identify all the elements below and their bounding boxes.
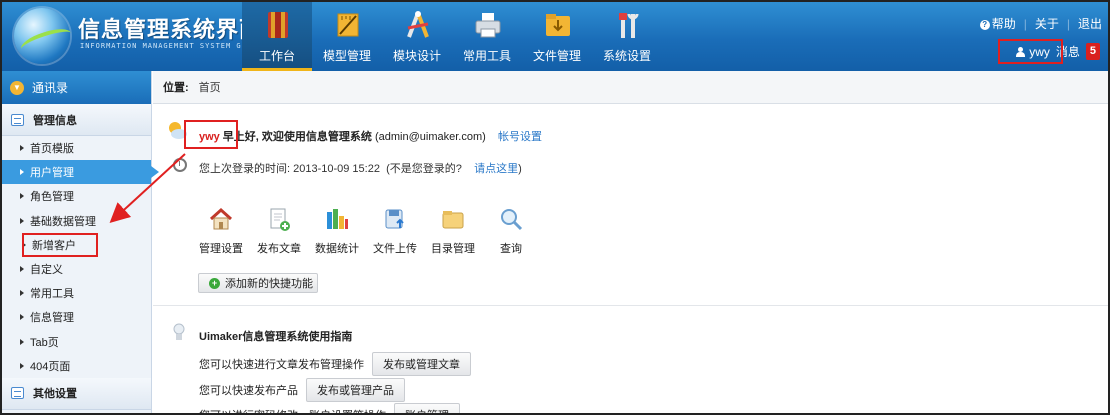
top-links: ? 帮助 | 关于 | 退出 xyxy=(979,15,1102,32)
nav-common-tools[interactable]: 常用工具 xyxy=(452,2,522,71)
triangle-right-icon xyxy=(22,241,26,248)
chevron-down-icon: ▼ xyxy=(10,80,24,95)
triangle-right-icon xyxy=(20,266,24,273)
breadcrumb-label: 位置: xyxy=(163,82,189,94)
printer-icon xyxy=(475,13,501,38)
sidebar-item-new-customer[interactable]: 新增客户 xyxy=(22,232,98,257)
book-icon xyxy=(268,12,288,38)
ruler-icon xyxy=(337,13,359,37)
manage-products-button[interactable]: 发布或管理产品 xyxy=(306,378,405,402)
sidebar-item-custom[interactable]: 自定义 xyxy=(2,257,151,281)
triangle-right-icon xyxy=(20,314,24,321)
divider: | xyxy=(1023,16,1027,31)
triangle-right-icon xyxy=(20,217,24,224)
help-link[interactable]: ? 帮助 xyxy=(979,15,1016,32)
guide-row-product: 您可以快速发布产品 发布或管理产品 xyxy=(199,378,405,402)
last-login-line: 您上次登录的时间: 2013-10-09 15:22 (不是您登录的? 请点这里… xyxy=(199,163,522,175)
folder-icon xyxy=(546,14,570,36)
quick-directory-management[interactable]: 目录管理 xyxy=(424,206,482,256)
quick-publish-article[interactable]: 发布文章 xyxy=(250,206,308,256)
quick-actions: 管理设置 发布文章 数据统计 文件上传 目录管理 查询 xyxy=(192,206,540,256)
breadcrumb: 位置: 首页 xyxy=(153,71,1108,104)
sidebar-group-management[interactable]: 管理信息 xyxy=(2,104,151,136)
plus-icon: + xyxy=(209,277,220,289)
nav-file-management[interactable]: 文件管理 xyxy=(522,2,592,71)
app-window: 信息管理系统界面 INFORMATION MANAGEMENT SYSTEM G… xyxy=(0,0,1110,415)
add-quick-function-button[interactable]: + 添加新的快捷功能 xyxy=(198,273,318,293)
app-subtitle: INFORMATION MANAGEMENT SYSTEM GUI xyxy=(80,42,253,50)
header: 信息管理系统界面 INFORMATION MANAGEMENT SYSTEM G… xyxy=(2,2,1108,71)
logout-link[interactable]: 退出 xyxy=(1078,15,1102,32)
document-add-icon xyxy=(270,208,290,231)
triangle-right-icon xyxy=(20,338,24,345)
sidebar-contacts[interactable]: ▼ 通讯录 xyxy=(2,71,151,104)
sidebar-item-home-template[interactable]: 首页模版 xyxy=(2,136,151,160)
divider: | xyxy=(1066,16,1070,31)
welcome-email: (admin@uimaker.com) xyxy=(374,131,486,143)
list-icon xyxy=(11,113,24,126)
guide-row-account: 您可以进行密码修改、账户设置等操作 账户管理 xyxy=(199,403,460,413)
guide-title: Uimaker信息管理系统使用指南 xyxy=(199,331,353,343)
tools-icon xyxy=(619,13,639,38)
quick-data-stats[interactable]: 数据统计 xyxy=(308,206,366,256)
sidebar-item-user-management[interactable]: 用户管理 xyxy=(2,160,159,185)
triangle-right-icon xyxy=(20,145,24,152)
triangle-right-icon xyxy=(20,290,24,297)
manage-articles-button[interactable]: 发布或管理文章 xyxy=(372,352,471,376)
click-here-link[interactable]: 请点这里 xyxy=(474,163,518,175)
settings-list-icon xyxy=(11,387,24,400)
triangle-right-icon xyxy=(20,362,24,369)
sidebar-item-info-management[interactable]: 信息管理 xyxy=(2,305,151,329)
nav-system-settings[interactable]: 系统设置 xyxy=(592,2,662,71)
folder-icon xyxy=(442,211,464,229)
sidebar-item-tab-page[interactable]: Tab页 xyxy=(2,330,151,354)
sidebar-item-common-tools[interactable]: 常用工具 xyxy=(2,281,151,305)
guide-row-article: 您可以快速进行文章发布管理操作 发布或管理文章 xyxy=(199,352,471,376)
house-icon xyxy=(209,207,233,230)
magnifier-icon xyxy=(501,209,523,231)
highlight-box-username xyxy=(998,39,1063,64)
sidebar-group-other-settings[interactable]: 其他设置 xyxy=(2,377,151,410)
messages-count-badge[interactable]: 5 xyxy=(1085,43,1100,60)
sidebar: ▼ 通讯录 管理信息 首页模版 用户管理 角色管理 基础数据管理 新增客户 自定… xyxy=(2,71,159,413)
app-title: 信息管理系统界面 xyxy=(78,18,263,43)
sidebar-item-404-page[interactable]: 404页面 xyxy=(2,354,151,378)
welcome-greeting: 早上好, 欢迎使用信息管理系统 xyxy=(222,131,372,143)
highlight-box-welcome-name xyxy=(184,120,238,149)
about-link[interactable]: 关于 xyxy=(1035,15,1059,32)
nav-workbench[interactable]: 工作台 xyxy=(242,2,312,71)
bar-chart-icon xyxy=(327,209,348,229)
sidebar-item-role-management[interactable]: 角色管理 xyxy=(2,184,151,208)
account-settings-link[interactable]: 帐号设置 xyxy=(498,131,542,143)
help-icon: ? xyxy=(979,20,990,30)
account-management-button[interactable]: 账户管理 xyxy=(394,403,460,413)
compass-icon xyxy=(407,11,429,38)
welcome-line: ywy 早上好, 欢迎使用信息管理系统 (admin@uimaker.com) 帐… xyxy=(199,128,542,144)
quick-manage-settings[interactable]: 管理设置 xyxy=(192,206,250,256)
upload-icon xyxy=(385,209,404,229)
nav-model-management[interactable]: 模型管理 xyxy=(312,2,382,71)
breadcrumb-home[interactable]: 首页 xyxy=(199,79,221,95)
nav-module-design[interactable]: 模块设计 xyxy=(382,2,452,71)
triangle-right-icon xyxy=(20,193,24,200)
sidebar-item-basic-data[interactable]: 基础数据管理 xyxy=(2,209,151,233)
triangle-right-icon xyxy=(20,169,24,176)
quick-file-upload[interactable]: 文件上传 xyxy=(366,206,424,256)
lightbulb-icon xyxy=(173,323,185,340)
section-divider xyxy=(153,305,1108,306)
clock-icon xyxy=(173,158,187,172)
quick-search[interactable]: 查询 xyxy=(482,206,540,256)
top-nav: 工作台 模型管理 模块设计 常用工具 文件管理 系统设置 xyxy=(242,2,662,71)
